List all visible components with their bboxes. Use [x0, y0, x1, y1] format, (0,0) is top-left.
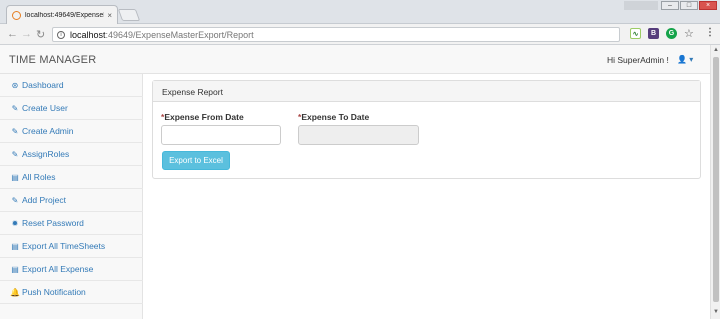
to-date-field[interactable]	[298, 125, 419, 145]
scroll-up-icon[interactable]: ▲	[713, 47, 719, 53]
extension-b-icon[interactable]: B	[648, 28, 659, 39]
forward-icon[interactable]: →	[21, 28, 32, 40]
sidebar-item-push-notification[interactable]: 🔔 Push Notification	[0, 281, 143, 304]
sidebar-item-export-expense[interactable]: ▤ Export All Expense	[0, 258, 143, 281]
scrollbar-thumb[interactable]	[713, 57, 719, 302]
maximize-icon[interactable]: □	[680, 1, 698, 10]
browser-toolbar: ← → ↻ i localhost :49649/ExpenseMasterEx…	[0, 24, 720, 45]
tab-close-icon[interactable]: ×	[107, 11, 112, 20]
reload-icon[interactable]: ↻	[36, 28, 45, 41]
to-date-label: *Expense To Date	[298, 112, 370, 122]
browser-tab[interactable]: localhost:49649/ExpenseM ×	[6, 5, 118, 24]
chevron-down-icon: ▾	[689, 55, 694, 64]
edit-icon: ✎	[11, 195, 19, 205]
sidebar-item-assign-roles[interactable]: ✎ AssignRoles	[0, 143, 143, 166]
export-to-excel-button[interactable]: Export to Excel	[162, 151, 230, 170]
sidebar-item-create-admin[interactable]: ✎ Create Admin	[0, 120, 143, 143]
favicon-icon	[12, 10, 21, 20]
close-window-icon[interactable]: ×	[699, 1, 717, 10]
profile-badge[interactable]	[624, 1, 658, 10]
sidebar-item-create-user[interactable]: ✎ Create User	[0, 97, 143, 120]
sidebar-item-label: All Roles	[22, 172, 56, 182]
extension-wave-icon[interactable]: ∿	[630, 28, 641, 39]
sidebar-item-reset-password[interactable]: ✹ Reset Password	[0, 212, 143, 235]
sidebar-item-label: Create User	[22, 103, 68, 113]
url-path: :49649/ExpenseMasterExport/Report	[105, 29, 254, 40]
back-icon[interactable]: ←	[7, 28, 18, 40]
user-icon: 👤	[677, 55, 687, 64]
user-menu[interactable]: 👤 ▾	[677, 55, 693, 64]
panel-title: Expense Report	[153, 81, 700, 102]
scroll-down-icon[interactable]: ▼	[713, 309, 719, 315]
new-tab-button[interactable]	[117, 9, 141, 21]
sidebar-item-dashboard[interactable]: ⊛ Dashboard	[0, 74, 143, 97]
sidebar-item-label: Create Admin	[22, 126, 74, 136]
app-navbar: TIME MANAGER Hi SuperAdmin ! 👤 ▾	[0, 45, 710, 74]
menu-icon[interactable]: ⋮	[705, 27, 715, 38]
gear-icon: ✹	[11, 218, 19, 228]
sidebar-item-all-roles[interactable]: ▤ All Roles	[0, 166, 143, 189]
sidebar-item-label: Reset Password	[22, 218, 84, 228]
browser-titlebar: localhost:49649/ExpenseM × – □ ×	[0, 0, 720, 24]
star-icon[interactable]: ☆	[684, 27, 694, 40]
list-icon: ▤	[11, 241, 19, 251]
list-icon: ▤	[11, 172, 19, 182]
edit-icon: ✎	[11, 126, 19, 136]
extension-g-icon[interactable]: G	[666, 28, 677, 39]
sidebar-item-label: Dashboard	[22, 80, 64, 90]
edit-icon: ✎	[11, 149, 19, 159]
dashboard-icon: ⊛	[11, 80, 19, 90]
from-date-field[interactable]	[161, 125, 281, 145]
tab-title: localhost:49649/ExpenseM	[25, 11, 105, 19]
address-bar[interactable]: i localhost :49649/ExpenseMasterExport/R…	[52, 27, 620, 42]
expense-report-panel: Expense Report *Expense From Date *Expen…	[152, 80, 701, 179]
url-host: localhost	[70, 29, 106, 40]
page-scrollbar[interactable]: ▲ ▼	[710, 45, 720, 319]
bell-icon: 🔔	[10, 287, 20, 297]
sidebar-item-label: AssignRoles	[22, 149, 70, 159]
sidebar-item-label: Export All TimeSheets	[22, 241, 106, 251]
list-icon: ▤	[11, 264, 19, 274]
edit-icon: ✎	[11, 103, 19, 113]
sidebar-item-label: Export All Expense	[22, 264, 94, 274]
sidebar-item-label: Push Notification	[22, 287, 86, 297]
info-icon[interactable]: i	[57, 30, 65, 39]
brand-title[interactable]: TIME MANAGER	[9, 54, 96, 66]
minimize-icon[interactable]: –	[661, 1, 679, 10]
sidebar-item-export-timesheets[interactable]: ▤ Export All TimeSheets	[0, 235, 143, 258]
greeting-text: Hi SuperAdmin !	[607, 55, 669, 65]
sidebar-item-label: Add Project	[22, 195, 66, 205]
from-date-label: *Expense From Date	[161, 112, 244, 122]
sidebar-item-add-project[interactable]: ✎ Add Project	[0, 189, 143, 212]
sidebar: ⊛ Dashboard ✎ Create User ✎ Create Admin…	[0, 74, 143, 319]
